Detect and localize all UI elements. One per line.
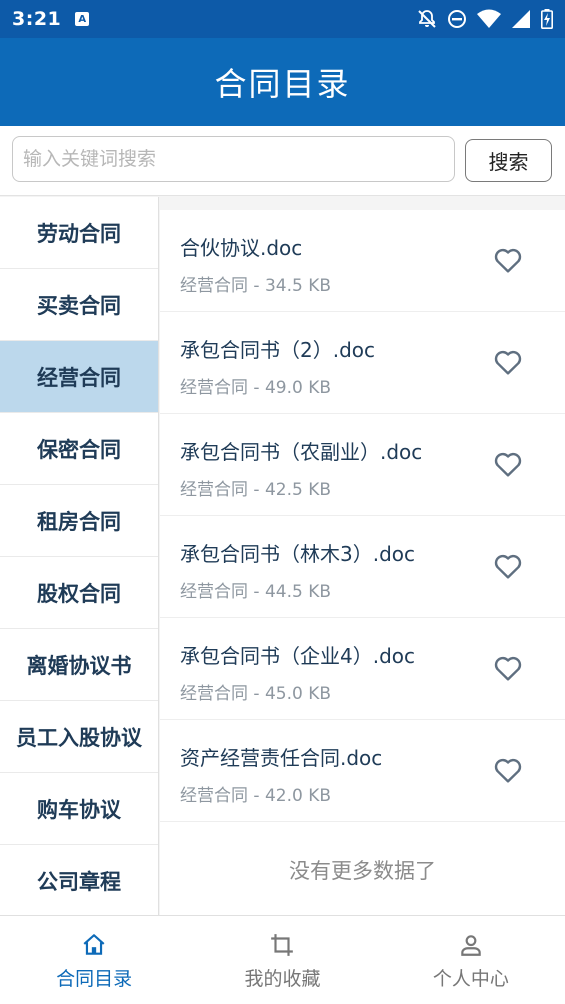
document-name: 合伙协议.doc (180, 236, 303, 260)
sidebar-item-employee-shares[interactable]: 员工入股协议 (0, 701, 158, 773)
document-meta: 经营合同 - 44.5 KB (180, 582, 332, 602)
sidebar-item-business[interactable]: 经营合同 (0, 341, 158, 413)
home-icon (83, 934, 105, 955)
heart-icon[interactable] (492, 244, 524, 276)
search-input[interactable] (12, 136, 455, 182)
signal-icon (512, 10, 530, 28)
document-meta: 经营合同 - 45.0 KB (180, 684, 332, 704)
nav-tab-profile[interactable]: 个人中心 (377, 916, 565, 1004)
app-bar: 合同目录 (0, 38, 565, 126)
bottom-nav: 合同目录 我的收藏 个人中心 (0, 915, 565, 1004)
nav-tab-catalog[interactable]: 合同目录 (0, 916, 188, 1004)
nav-label: 个人中心 (432, 968, 509, 990)
document-meta: 经营合同 - 49.0 KB (180, 378, 332, 398)
bell-off-icon (418, 10, 436, 28)
list-item[interactable]: 承包合同书（2）.doc 经营合同 - 49.0 KB (160, 312, 565, 414)
document-list: 合伙协议.doc 经营合同 - 34.5 KB 承包合同书（2）.doc 经营合… (160, 210, 565, 915)
category-sidebar: 劳动合同 买卖合同 经营合同 保密合同 租房合同 股权合同 离婚协议书 员工入股… (0, 197, 159, 915)
document-meta: 经营合同 - 34.5 KB (180, 276, 332, 296)
status-icons (417, 9, 553, 29)
sidebar-item-equity[interactable]: 股权合同 (0, 557, 158, 629)
sidebar-item-sales[interactable]: 买卖合同 (0, 269, 158, 341)
nav-label: 我的收藏 (244, 968, 321, 990)
status-time: 3:21 (12, 8, 62, 30)
do-not-disturb-icon (448, 10, 466, 28)
heart-icon[interactable] (492, 448, 524, 480)
list-item[interactable]: 承包合同书（企业4）.doc 经营合同 - 45.0 KB (160, 618, 565, 720)
document-meta: 经营合同 - 42.0 KB (180, 786, 332, 806)
sidebar-item-rental[interactable]: 租房合同 (0, 485, 158, 557)
nav-label: 合同目录 (56, 968, 133, 990)
heart-icon[interactable] (492, 346, 524, 378)
battery-icon (541, 9, 553, 29)
document-meta: 经营合同 - 42.5 KB (180, 480, 332, 500)
heart-icon[interactable] (492, 652, 524, 684)
document-name: 资产经营责任合同.doc (180, 746, 383, 770)
wifi-icon (477, 9, 501, 28)
search-button[interactable]: 搜索 (465, 139, 552, 182)
list-end-message: 没有更多数据了 (289, 859, 436, 883)
crop-icon (271, 934, 294, 956)
heart-icon[interactable] (492, 754, 524, 786)
document-name: 承包合同书（林木3）.doc (180, 542, 416, 566)
document-name: 承包合同书（2）.doc (180, 338, 376, 362)
list-item[interactable]: 承包合同书（农副业）.doc 经营合同 - 42.5 KB (160, 414, 565, 516)
heart-icon[interactable] (492, 550, 524, 582)
list-item[interactable]: 承包合同书（林木3）.doc 经营合同 - 44.5 KB (160, 516, 565, 618)
sidebar-item-confidentiality[interactable]: 保密合同 (0, 413, 158, 485)
sidebar-item-labor[interactable]: 劳动合同 (0, 197, 158, 269)
nav-tab-favorites[interactable]: 我的收藏 (188, 916, 376, 1004)
document-name: 承包合同书（农副业）.doc (180, 440, 423, 464)
sidebar-item-divorce[interactable]: 离婚协议书 (0, 629, 158, 701)
sidebar-item-car-purchase[interactable]: 购车协议 (0, 773, 158, 845)
notification-a-icon: A (75, 12, 90, 26)
search-bar: 搜索 (0, 126, 565, 196)
page-title: 合同目录 (214, 65, 351, 103)
sidebar-item-company-charter[interactable]: 公司章程 (0, 845, 158, 915)
person-icon (461, 935, 481, 956)
list-item[interactable]: 资产经营责任合同.doc 经营合同 - 42.0 KB (160, 720, 565, 822)
list-item[interactable]: 合伙协议.doc 经营合同 - 34.5 KB (160, 210, 565, 312)
status-bar: 3:21 A (0, 0, 565, 38)
document-name: 承包合同书（企业4）.doc (180, 644, 416, 668)
